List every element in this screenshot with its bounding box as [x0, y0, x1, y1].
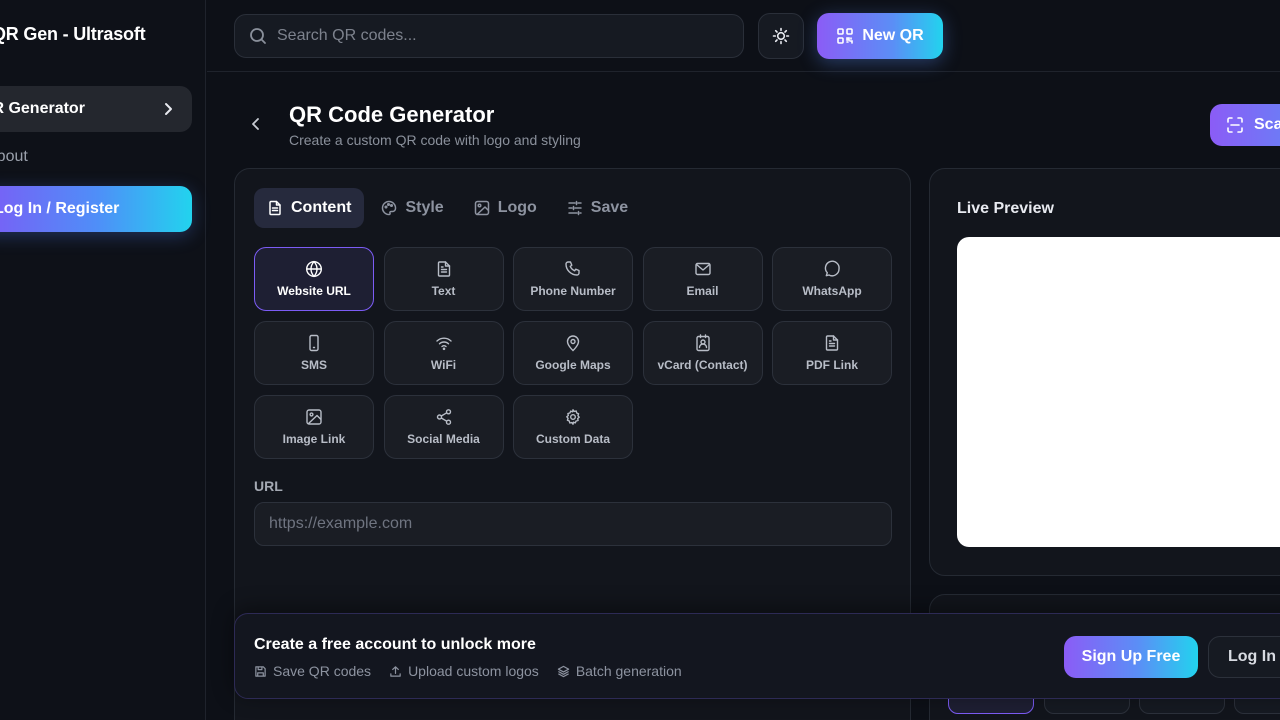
live-preview-title: Live Preview	[957, 200, 1054, 217]
type-label: Phone Number	[530, 284, 616, 298]
sidebar-item-label: QR Generator	[0, 100, 85, 117]
type-label: Website URL	[277, 284, 351, 298]
map-pin-icon	[564, 334, 582, 352]
share-icon	[435, 408, 453, 426]
phone-icon	[564, 260, 582, 278]
banner-features: Save QR codes Upload custom logos Batch …	[254, 663, 682, 679]
banner-title: Create a free account to unlock more	[254, 636, 536, 653]
image-icon	[305, 408, 323, 426]
sidebar: QR Gen - Ultrasoft QR Generator About Lo…	[0, 0, 206, 720]
tab-save[interactable]: Save	[554, 188, 641, 228]
sidebar-item-qr-generator[interactable]: QR Generator	[0, 86, 192, 132]
sliders-icon	[567, 200, 583, 216]
file-pdf-icon	[823, 334, 841, 352]
type-email[interactable]: Email	[642, 247, 763, 311]
feature-item: Save QR codes	[254, 663, 371, 679]
feature-label: Save QR codes	[273, 663, 372, 679]
topbar: New QR	[207, 0, 1280, 72]
type-label: Custom Data	[535, 432, 610, 446]
type-label: Image Link	[282, 432, 346, 446]
feature-label: Batch generation	[575, 663, 682, 679]
scan-icon	[1226, 116, 1244, 134]
type-label: WhatsApp	[802, 284, 862, 298]
mail-icon	[694, 260, 712, 278]
type-google-maps[interactable]: Google Maps	[513, 321, 633, 385]
chevron-left-icon	[249, 117, 263, 131]
image-icon	[474, 200, 490, 216]
upload-icon	[389, 665, 402, 678]
layers-icon	[557, 665, 570, 678]
palette-icon	[381, 200, 397, 216]
theme-toggle-button[interactable]	[758, 13, 804, 59]
tab-label: Logo	[497, 199, 537, 216]
file-text-icon	[267, 200, 283, 216]
type-label: PDF Link	[805, 358, 858, 372]
type-vcard[interactable]: vCard (Contact)	[642, 321, 763, 385]
tab-style[interactable]: Style	[368, 188, 456, 228]
search-box[interactable]	[234, 14, 744, 58]
save-icon	[254, 665, 267, 678]
chevron-right-icon	[160, 101, 176, 117]
sign-up-free-button[interactable]: Sign Up Free	[1064, 636, 1198, 678]
gear-icon	[564, 408, 582, 426]
type-label: WiFi	[430, 358, 457, 372]
type-text[interactable]: Text	[383, 247, 504, 311]
signup-banner: Create a free account to unlock more Sav…	[234, 613, 1280, 699]
qr-preview-canvas	[957, 237, 1280, 547]
login-register-button[interactable]: Log In / Register	[0, 186, 192, 232]
tab-content[interactable]: Content	[254, 188, 365, 228]
scan-button[interactable]: Scan	[1210, 104, 1280, 146]
file-text-icon	[435, 260, 453, 278]
contact-card-icon	[694, 334, 712, 352]
type-image-link[interactable]: Image Link	[254, 395, 374, 459]
tab-label: Style	[405, 199, 444, 216]
url-input[interactable]	[254, 502, 892, 546]
new-qr-button[interactable]: New QR	[817, 13, 943, 59]
live-preview-card: Live Preview	[929, 168, 1280, 576]
type-label: Email	[686, 284, 719, 298]
feature-item: Batch generation	[557, 663, 682, 679]
generator-tabs: Content Style Logo Save	[254, 188, 641, 228]
login-register-label: Log In / Register	[0, 200, 120, 217]
search-icon	[249, 27, 267, 45]
type-website-url[interactable]: Website URL	[254, 247, 374, 311]
type-sms[interactable]: SMS	[254, 321, 374, 385]
tab-label: Save	[590, 199, 629, 216]
app-brand: QR Gen - Ultrasoft	[0, 24, 146, 44]
sun-icon	[772, 27, 790, 45]
feature-item: Upload custom logos	[389, 663, 539, 679]
smartphone-icon	[305, 334, 323, 352]
type-whatsapp[interactable]: WhatsApp	[772, 247, 892, 311]
banner-login-button[interactable]: Log In	[1208, 636, 1280, 678]
wifi-icon	[435, 334, 453, 352]
tab-label: Content	[291, 199, 352, 216]
type-label: Social Media	[407, 432, 480, 446]
qr-code-icon	[836, 27, 854, 45]
type-label: Text	[431, 284, 456, 298]
type-pdf-link[interactable]: PDF Link	[772, 321, 892, 385]
tab-logo[interactable]: Logo	[461, 188, 550, 228]
new-qr-label: New QR	[862, 27, 924, 44]
type-wifi[interactable]: WiFi	[383, 321, 504, 385]
back-button[interactable]	[246, 114, 266, 134]
type-phone-number[interactable]: Phone Number	[513, 247, 633, 311]
type-label: Google Maps	[535, 358, 611, 372]
message-circle-icon	[823, 260, 841, 278]
page-subtitle: Create a custom QR code with logo and st…	[289, 132, 581, 148]
url-field-label: URL	[254, 478, 283, 494]
type-custom-data[interactable]: Custom Data	[513, 395, 633, 459]
type-label: vCard (Contact)	[657, 358, 748, 372]
type-social-media[interactable]: Social Media	[383, 395, 504, 459]
feature-label: Upload custom logos	[408, 663, 539, 679]
qr-type-grid: Website URL Text Phone Number Email What…	[254, 247, 892, 459]
search-input[interactable]	[277, 27, 717, 45]
globe-icon	[305, 260, 323, 278]
sidebar-item-about[interactable]: About	[0, 148, 28, 170]
type-label: SMS	[300, 358, 327, 372]
scan-label: Scan	[1254, 116, 1280, 133]
page-title: QR Code Generator	[289, 102, 495, 127]
